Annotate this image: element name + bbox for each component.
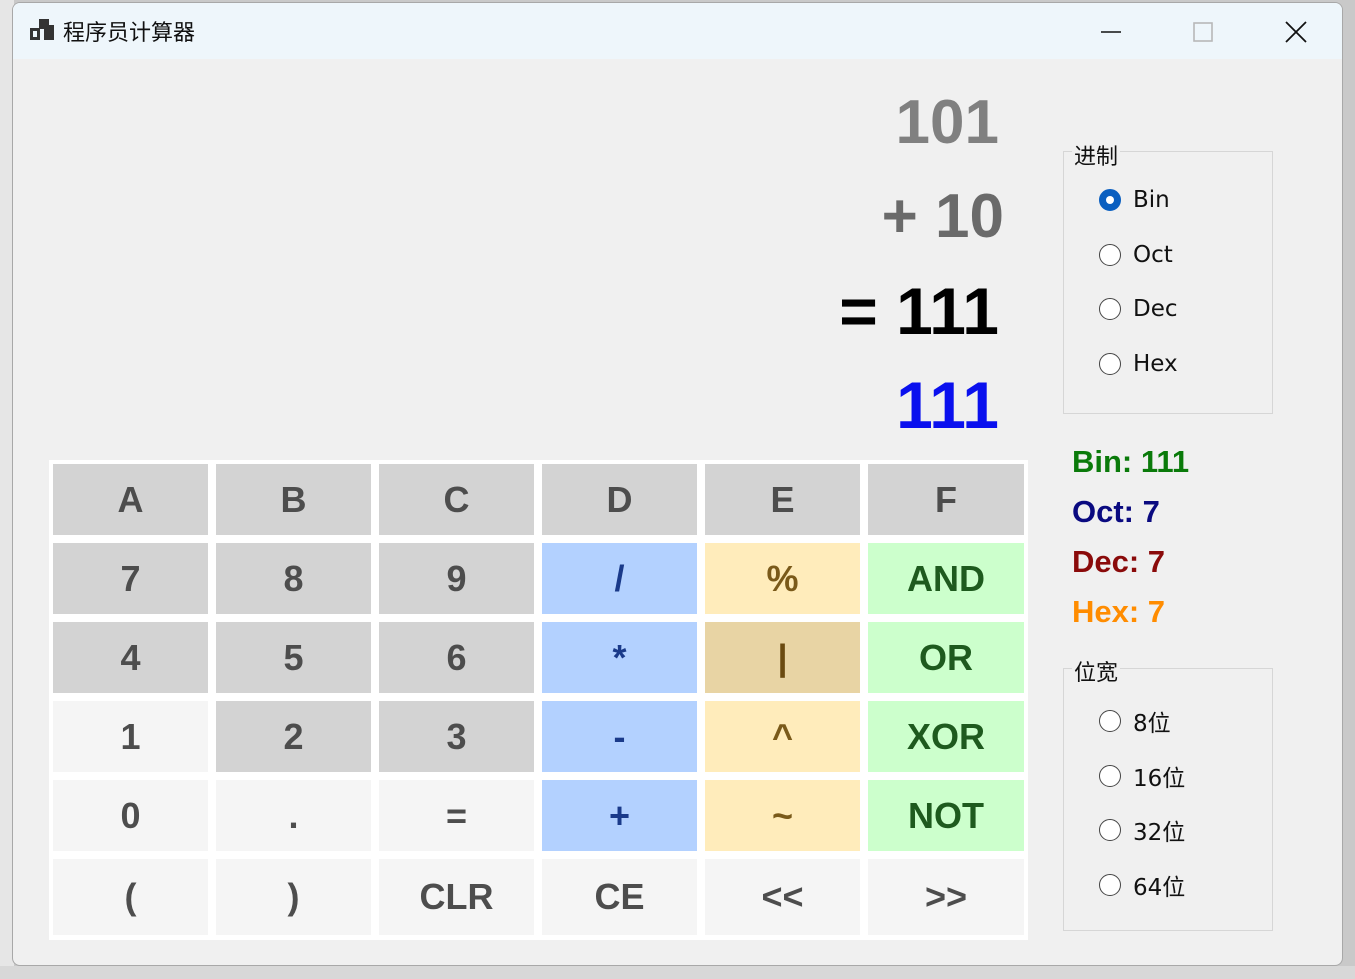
key-f-button[interactable]: F [868,464,1024,535]
key-5-button[interactable]: 5 [216,622,371,693]
conversion-dec-label: Dec: 7 [1072,544,1166,579]
key-bitwise-or-button[interactable]: | [705,622,860,693]
radix-option-label: Bin [1133,187,1170,213]
bitwidth-option-label: 16位 [1133,765,1186,792]
radix-option-3[interactable]: Hex [1099,351,1178,377]
key-c-button[interactable]: C [379,464,534,535]
key-clr-button[interactable]: CLR [379,859,534,935]
bitwidth-group-title: 位宽 [1072,655,1121,687]
key-multiply-button[interactable]: * [542,622,697,693]
key-and-button[interactable]: AND [868,543,1024,614]
key-shift-right-button[interactable]: >> [868,859,1024,935]
key-4-button[interactable]: 4 [53,622,208,693]
maximize-button[interactable] [1157,3,1249,59]
key-6-button[interactable]: 6 [379,622,534,693]
display-result-line: = 111 [839,274,999,348]
bitwidth-radio-button[interactable] [1099,819,1121,841]
key-divide-button[interactable]: / [542,543,697,614]
bitwidth-option-0[interactable]: 8位 [1099,704,1171,738]
radix-option-label: Oct [1133,241,1173,268]
key-7-button[interactable]: 7 [53,543,208,614]
bitwidth-option-label: 8位 [1133,711,1171,737]
key-1-button[interactable]: 1 [53,701,208,772]
key-modulo-button[interactable]: % [705,543,860,614]
minimize-button[interactable] [1065,3,1157,59]
radix-radio-button[interactable] [1099,298,1121,320]
key-8-button[interactable]: 8 [216,543,371,614]
radix-option-label: Hex [1133,350,1178,377]
key-d-button[interactable]: D [542,464,697,535]
key-tilde-button[interactable]: ~ [705,780,860,851]
key-9-button[interactable]: 9 [379,543,534,614]
bitwidth-option-label: 64位 [1133,874,1186,901]
key-caret-button[interactable]: ^ [705,701,860,772]
display-operand: 101 [895,88,999,157]
display-current-value: 111 [896,368,999,442]
key-close-paren-button[interactable]: ) [216,859,371,935]
radix-group-title: 进制 [1072,139,1121,171]
key-shift-left-button[interactable]: << [705,859,860,935]
title-bar[interactable]: 程序员计算器 [13,3,1342,59]
radix-radio-button[interactable] [1099,352,1121,375]
bitwidth-option-label: 32位 [1133,820,1186,846]
key-open-paren-button[interactable]: ( [53,859,208,935]
key-ce-button[interactable]: CE [542,859,697,935]
bitwidth-radio-button[interactable] [1099,873,1121,896]
conversion-oct-label: Oct: 7 [1072,494,1160,529]
key-decimal-point-button[interactable]: . [216,780,371,851]
maximize-icon [1193,22,1213,42]
radix-radio-button[interactable] [1099,243,1121,266]
display-operator-line: + 10 [881,182,1004,251]
key-equals-button[interactable]: = [379,780,534,851]
bitwidth-radio-button[interactable] [1099,710,1121,732]
key-e-button[interactable]: E [705,464,860,535]
bitwidth-radio-button[interactable] [1099,764,1121,787]
radix-option-2[interactable]: Dec [1099,296,1178,322]
key-or-button[interactable]: OR [868,622,1024,693]
key-b-button[interactable]: B [216,464,371,535]
radix-option-label: Dec [1133,296,1178,322]
key-0-button[interactable]: 0 [53,780,208,851]
radix-option-0[interactable]: Bin [1099,187,1170,213]
conversion-hex-label: Hex: 7 [1072,594,1166,629]
bitwidth-option-2[interactable]: 32位 [1099,813,1185,847]
calculator-window: 程序员计算器 101 + 10 = 111 111 A B C D E F 7 8 9/% AND… [12,2,1343,966]
key-a-button[interactable]: A [53,464,208,535]
background-bottom [0,966,1355,979]
app-icon [30,19,54,40]
keypad: A B C D E F 7 8 9/% AND 4 5 6 * | OR 1 2 3- ^ XOR 0. = + ~ NOT() C… [49,460,1028,940]
key-3-button[interactable]: 3 [379,701,534,772]
conversion-bin-label: Bin: 111 [1072,444,1190,479]
key-subtract-button[interactable]: - [542,701,697,772]
bitwidth-option-3[interactable]: 64位 [1099,868,1185,902]
bitwidth-option-1[interactable]: 16位 [1099,759,1185,793]
radix-radio-button[interactable] [1099,189,1121,211]
key-add-button[interactable]: + [542,780,697,851]
radix-option-1[interactable]: Oct [1099,242,1173,268]
key-not-button[interactable]: NOT [868,780,1024,851]
minimize-icon [1101,31,1121,33]
window-title: 程序员计算器 [63,21,196,46]
close-icon [1285,21,1307,43]
key-xor-button[interactable]: XOR [868,701,1024,772]
close-button[interactable] [1249,3,1341,59]
key-2-button[interactable]: 2 [216,701,371,772]
